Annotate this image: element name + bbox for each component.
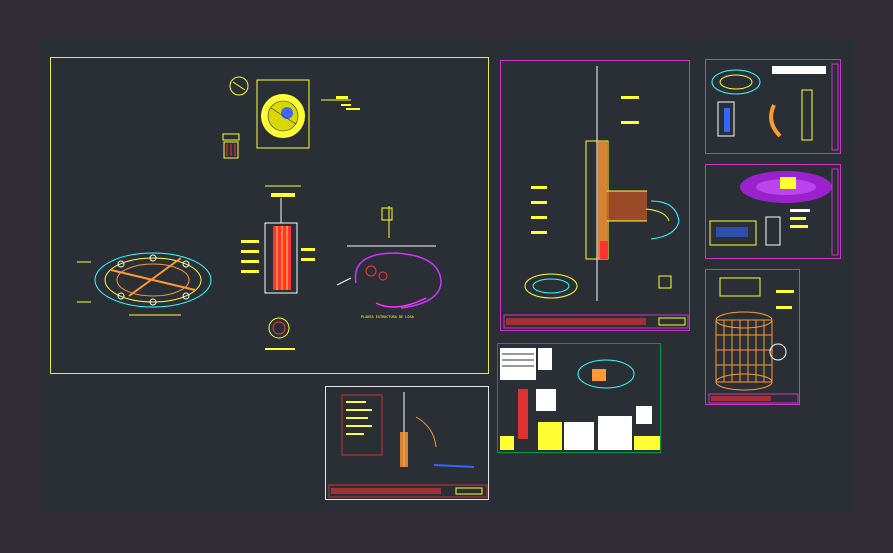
main-layout-sheet[interactable]: PLANTA ESTRUCTURA DE LOSA bbox=[50, 57, 489, 374]
notes-sheet[interactable] bbox=[325, 386, 489, 500]
schedule-sheet[interactable] bbox=[497, 343, 661, 453]
plan-detail-sheet[interactable] bbox=[705, 59, 841, 154]
main-layout-drawing bbox=[77, 76, 442, 350]
platform-drawing bbox=[709, 168, 839, 256]
elevation-sheet[interactable] bbox=[500, 60, 690, 331]
stair-3d-drawing bbox=[708, 277, 799, 404]
stair-3d-sheet[interactable] bbox=[705, 269, 800, 405]
elevation-drawing bbox=[503, 66, 689, 329]
schedule-drawing bbox=[500, 348, 660, 450]
cad-modelspace[interactable]: PLANTA ESTRUCTURA DE LOSA bbox=[41, 40, 853, 513]
notes-drawing bbox=[328, 392, 488, 498]
platform-sheet[interactable] bbox=[705, 164, 841, 259]
plan-caption: PLANTA ESTRUCTURA DE LOSA bbox=[361, 315, 414, 319]
plan-detail-drawing bbox=[711, 63, 839, 151]
